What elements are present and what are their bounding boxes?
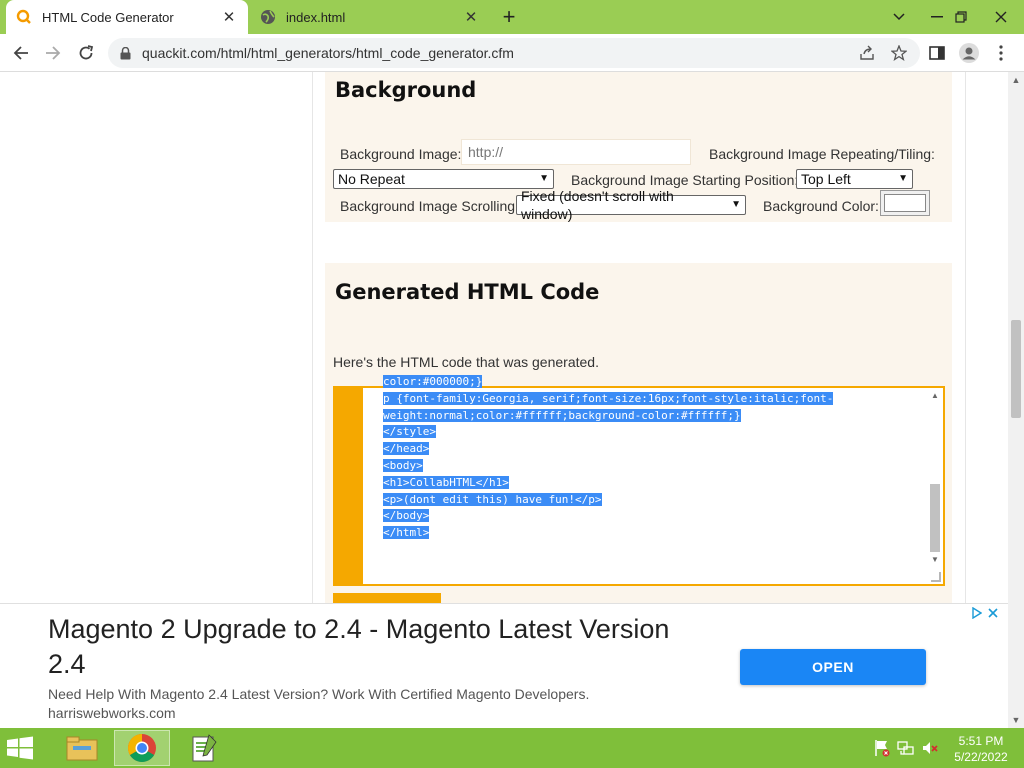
menu-kebab-icon[interactable] xyxy=(990,42,1012,64)
code-line: color:#000000;} xyxy=(383,375,483,388)
ad-headline[interactable]: Magento 2 Upgrade to 2.4 - Magento Lates… xyxy=(48,612,688,682)
background-image-input[interactable]: http:// xyxy=(461,139,691,165)
quackit-favicon-icon xyxy=(16,9,32,25)
background-repeat-label: Background Image Repeating/Tiling: xyxy=(709,146,935,162)
side-panel-icon[interactable] xyxy=(926,42,948,64)
new-tab-plus-icon[interactable]: + xyxy=(498,6,520,28)
lock-icon[interactable] xyxy=(120,46,134,60)
code-scrollbar[interactable]: ▲ ▼ xyxy=(929,390,941,570)
chevron-down-icon: ▼ xyxy=(898,173,908,184)
code-line: weight:normal;color:#ffffff;background-c… xyxy=(383,408,741,422)
notepad-plus-plus-icon[interactable] xyxy=(176,730,232,766)
background-color-picker[interactable] xyxy=(880,190,930,216)
code-line: <p>(dont edit this) have fun!</p> xyxy=(383,492,602,506)
adchoices-play-icon[interactable] xyxy=(972,606,983,622)
close-ad-icon[interactable] xyxy=(988,607,998,622)
background-scrolling-select[interactable]: Fixed (doesn't scroll with window) ▼ xyxy=(516,188,746,222)
close-window-icon[interactable] xyxy=(980,0,1022,34)
close-tab-icon[interactable]: ✕ xyxy=(462,8,480,26)
code-line: <h1>CollabHTML</h1> xyxy=(383,475,509,489)
select-value: Fixed (doesn't scroll with window) xyxy=(521,188,674,222)
system-clock[interactable]: 5:51 PM 5/22/2022 xyxy=(946,733,1016,765)
browser-tab-strip: HTML Code Generator ✕ index.html ✕ + xyxy=(0,0,1024,34)
address-bar[interactable]: quackit.com/html/html_generators/html_co… xyxy=(108,38,920,68)
restore-icon[interactable] xyxy=(940,0,982,34)
code-line: </head> xyxy=(383,442,430,456)
generated-intro-text: Here's the HTML code that was generated. xyxy=(333,354,599,370)
scrollbar-thumb[interactable] xyxy=(1011,320,1021,418)
section-heading: Generated HTML Code xyxy=(335,280,600,304)
bookmark-star-icon[interactable] xyxy=(890,44,908,62)
volume-muted-icon[interactable] xyxy=(920,738,940,758)
windows-start-icon[interactable] xyxy=(6,736,36,760)
windows-taskbar: 5:51 PM 5/22/2022 xyxy=(0,728,1024,768)
background-position-select[interactable]: Top Left ▼ xyxy=(796,169,913,189)
tab-search-chevron-icon[interactable] xyxy=(878,0,920,34)
code-line: p {font-family:Georgia, serif;font-size:… xyxy=(383,391,834,405)
scroll-up-arrow-icon[interactable]: ▲ xyxy=(929,390,941,402)
background-image-label: Background Image: xyxy=(340,146,462,162)
code-line: </style> xyxy=(383,425,436,439)
background-position-label: Background Image Starting Position: xyxy=(571,172,799,188)
tab-html-code-generator[interactable]: HTML Code Generator ✕ xyxy=(6,0,248,34)
browser-toolbar: quackit.com/html/html_generators/html_co… xyxy=(0,34,1024,72)
background-scrolling-label: Background Image Scrolling: xyxy=(340,198,519,214)
tab-index-html[interactable]: index.html ✕ xyxy=(250,0,490,34)
file-explorer-icon[interactable] xyxy=(54,730,110,766)
generated-code-textarea[interactable]: color:#000000;} p {font-family:Georgia, … xyxy=(333,375,945,586)
action-center-flag-icon[interactable] xyxy=(872,738,892,758)
page-scrollbar[interactable]: ▲ ▼ xyxy=(1008,72,1024,728)
ad-description: Need Help With Magento 2.4 Latest Versio… xyxy=(48,686,590,702)
ad-domain: harriswebworks.com xyxy=(48,705,176,721)
tab-title: HTML Code Generator xyxy=(42,9,174,25)
background-color-label: Background Color: xyxy=(763,198,879,214)
url-text: quackit.com/html/html_generators/html_co… xyxy=(142,45,514,61)
ad-choices[interactable] xyxy=(972,606,998,622)
back-arrow-icon[interactable] xyxy=(8,40,34,66)
section-heading: Background xyxy=(335,78,477,102)
code-content[interactable]: color:#000000;} p {font-family:Georgia, … xyxy=(383,374,923,542)
close-tab-icon[interactable]: ✕ xyxy=(220,8,238,26)
network-icon[interactable] xyxy=(896,738,916,758)
clock-time: 5:51 PM xyxy=(958,734,1004,748)
share-icon[interactable] xyxy=(858,44,876,62)
profile-avatar-icon[interactable] xyxy=(958,42,980,64)
background-section: Background Background Image: http:// Bac… xyxy=(325,72,952,222)
ad-open-button[interactable]: OPEN xyxy=(740,649,926,685)
resize-handle-icon[interactable] xyxy=(931,572,941,582)
scroll-up-arrow-icon[interactable]: ▲ xyxy=(1008,72,1024,88)
chrome-icon[interactable] xyxy=(114,730,170,766)
code-line: <body> xyxy=(383,458,423,472)
code-gutter xyxy=(335,388,363,584)
scroll-down-arrow-icon[interactable]: ▼ xyxy=(1008,712,1024,728)
globe-icon xyxy=(260,9,276,25)
reload-icon[interactable] xyxy=(73,40,99,66)
tab-title: index.html xyxy=(286,9,346,25)
advertisement-banner[interactable]: Magento 2 Upgrade to 2.4 - Magento Lates… xyxy=(0,603,1008,728)
code-line: </body> xyxy=(383,509,430,523)
select-value: Top Left xyxy=(801,171,851,187)
background-repeat-select[interactable]: No Repeat ▼ xyxy=(333,169,554,189)
scroll-down-arrow-icon[interactable]: ▼ xyxy=(929,554,941,566)
color-swatch xyxy=(884,194,926,212)
select-value: No Repeat xyxy=(338,171,405,187)
scrollbar-thumb[interactable] xyxy=(930,484,940,552)
chevron-down-icon: ▼ xyxy=(731,199,741,210)
clock-date: 5/22/2022 xyxy=(954,750,1008,764)
code-line: </html> xyxy=(383,526,430,540)
forward-arrow-icon[interactable] xyxy=(40,40,66,66)
chevron-down-icon: ▼ xyxy=(539,173,549,184)
